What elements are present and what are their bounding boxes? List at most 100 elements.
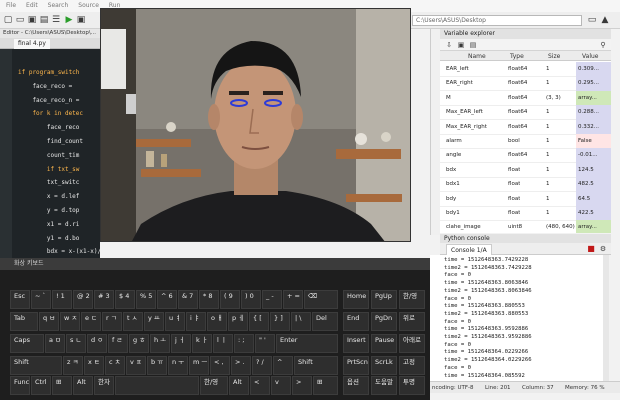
variable-row[interactable]: bdy float 1 64.5: [440, 191, 611, 207]
keyboard-key[interactable]: & 7: [178, 290, 198, 309]
keyboard-key[interactable]: Shift: [10, 356, 62, 375]
stop-icon[interactable]: ■: [586, 244, 596, 254]
variable-row[interactable]: bdy1 float 1 422.5: [440, 206, 611, 221]
keyboard-key[interactable]: ⊞: [52, 376, 72, 395]
keyboard-key[interactable]: 아래로: [399, 334, 425, 353]
keyboard-key[interactable]: v ㅍ: [126, 356, 146, 375]
keyboard-key[interactable]: m ㅡ: [189, 356, 209, 375]
open-file-icon[interactable]: ▭: [15, 15, 25, 25]
keyboard-key[interactable]: w ㅈ: [60, 312, 80, 331]
column-header-name[interactable]: Name: [468, 53, 486, 60]
console-tab[interactable]: Console 1/A: [446, 244, 492, 255]
new-file-icon[interactable]: ▢: [3, 15, 13, 25]
keyboard-key[interactable]: u ㅕ: [165, 312, 185, 331]
menu-source[interactable]: Source: [72, 0, 103, 9]
keyboard-key[interactable]: r ㄱ: [102, 312, 122, 331]
keyboard-key[interactable]: _ -: [262, 290, 282, 309]
menu-file[interactable]: File: [0, 0, 20, 9]
keyboard-key[interactable]: j ㅓ: [171, 334, 191, 353]
menu-edit[interactable]: Edit: [20, 0, 42, 9]
keyboard-key[interactable]: Alt: [229, 376, 249, 395]
keyboard-key[interactable]: 투명: [399, 376, 425, 395]
variable-row[interactable]: clahe_image uint8 (480, 640) array...: [440, 220, 611, 233]
keyboard-key[interactable]: Del: [312, 312, 338, 331]
variable-row[interactable]: alarm bool 1 False: [440, 134, 611, 149]
keyboard-key[interactable]: ( 9: [220, 290, 240, 309]
keyboard-key[interactable]: q ㅂ: [39, 312, 59, 331]
keyboard-key[interactable]: Tab: [10, 312, 38, 331]
console-output[interactable]: time = 1512648363.7429228 time2 = 1512648…: [430, 255, 608, 381]
keyboard-key[interactable]: ^: [273, 356, 293, 375]
save-data-icon[interactable]: ▣: [456, 40, 466, 50]
keyboard-key[interactable]: Enter: [276, 334, 338, 353]
keyboard-key[interactable]: v: [271, 376, 291, 395]
keyboard-key[interactable]: l ㅣ: [213, 334, 233, 353]
keyboard-key[interactable]: Esc: [10, 290, 30, 309]
keyboard-key[interactable]: $ 4: [115, 290, 135, 309]
keyboard-key[interactable]: * 8: [199, 290, 219, 309]
column-header-value[interactable]: Value: [582, 53, 598, 60]
keyboard-key[interactable]: ! 1: [52, 290, 72, 309]
options-icon[interactable]: ⚙: [598, 244, 608, 254]
working-directory-input[interactable]: C:\Users\ASUS\Desktop: [412, 15, 582, 26]
variable-row[interactable]: EAR_left float64 1 0.309...: [440, 62, 611, 77]
keyboard-key[interactable]: Func: [10, 376, 30, 395]
keyboard-key[interactable]: ⊞: [313, 376, 338, 395]
keyboard-key[interactable]: ~ `: [31, 290, 51, 309]
keyboard-key[interactable]: 한자: [94, 376, 114, 395]
run-icon[interactable]: ▶: [64, 15, 74, 25]
keyboard-key[interactable]: @ 2: [73, 290, 93, 309]
keyboard-key[interactable]: ScrLk: [371, 356, 397, 375]
search-icon[interactable]: ⚲: [598, 40, 608, 50]
column-header-type[interactable]: Type: [510, 53, 524, 60]
keyboard-key[interactable]: i ㅑ: [186, 312, 206, 331]
keyboard-key[interactable]: ? /: [252, 356, 272, 375]
run-cell-icon[interactable]: ▣: [76, 15, 86, 25]
keyboard-key[interactable]: % 5: [136, 290, 156, 309]
keyboard-key[interactable]: n ㅜ: [168, 356, 188, 375]
keyboard-key[interactable]: d ㅇ: [87, 334, 107, 353]
keyboard-key[interactable]: x ㅌ: [84, 356, 104, 375]
list-icon[interactable]: ☰: [51, 15, 61, 25]
keyboard-key[interactable]: o ㅐ: [207, 312, 227, 331]
keyboard-key[interactable]: : ;: [234, 334, 254, 353]
keyboard-key[interactable]: PrtScn: [343, 356, 369, 375]
column-header-size[interactable]: Size: [548, 53, 560, 60]
keyboard-key[interactable]: p ㅔ: [228, 312, 248, 331]
keyboard-key[interactable]: f ㄹ: [108, 334, 128, 353]
variable-row[interactable]: angle float64 1 -0.01...: [440, 148, 611, 164]
keyboard-key[interactable]: >: [292, 376, 312, 395]
variable-row[interactable]: Max_EAR_left float64 1 0.288...: [440, 105, 611, 121]
keyboard-key[interactable]: 한/영: [399, 290, 425, 309]
save-icon[interactable]: ▣: [27, 15, 37, 25]
save-all-icon[interactable]: ▤: [39, 15, 49, 25]
keyboard-key[interactable]: 고정: [399, 356, 425, 375]
variable-row[interactable]: bdx float 1 124.5: [440, 162, 611, 178]
keyboard-key[interactable]: PgDn: [371, 312, 397, 331]
import-data-icon[interactable]: ⇩: [444, 40, 454, 50]
keyboard-key[interactable]: s ㄴ: [66, 334, 86, 353]
folder-icon[interactable]: ▭: [587, 15, 597, 25]
keyboard-key[interactable]: Ctrl: [31, 376, 51, 395]
code-editor[interactable]: if program_switch face_reco = face_reco_…: [0, 49, 100, 258]
keyboard-key[interactable]: Pause: [371, 334, 397, 353]
console-scrollbar[interactable]: [603, 255, 609, 381]
variable-row[interactable]: Mfloat64 (3, 3) array...: [440, 90, 611, 106]
keyboard-key[interactable]: <: [250, 376, 270, 395]
keyboard-key[interactable]: " ': [255, 334, 275, 353]
keyboard-key[interactable]: > .: [231, 356, 251, 375]
keyboard-key[interactable]: h ㅗ: [150, 334, 170, 353]
keyboard-key[interactable]: 위로: [399, 312, 425, 331]
keyboard-key[interactable]: e ㄷ: [81, 312, 101, 331]
keyboard-key[interactable]: } ]: [270, 312, 290, 331]
keyboard-key[interactable]: ^ 6: [157, 290, 177, 309]
keyboard-key[interactable]: c ㅊ: [105, 356, 125, 375]
variable-row[interactable]: bdx1 float 1 482.5: [440, 177, 611, 193]
keyboard-key[interactable]: Caps: [10, 334, 44, 353]
keyboard-key[interactable]: z ㅋ: [63, 356, 83, 375]
keyboard-key[interactable]: Insert: [343, 334, 369, 353]
up-arrow-icon[interactable]: ▲: [600, 15, 610, 25]
keyboard-key[interactable]: PgUp: [371, 290, 397, 309]
keyboard-key[interactable]: b ㅠ: [147, 356, 167, 375]
keyboard-key[interactable]: ⌫: [304, 290, 338, 309]
